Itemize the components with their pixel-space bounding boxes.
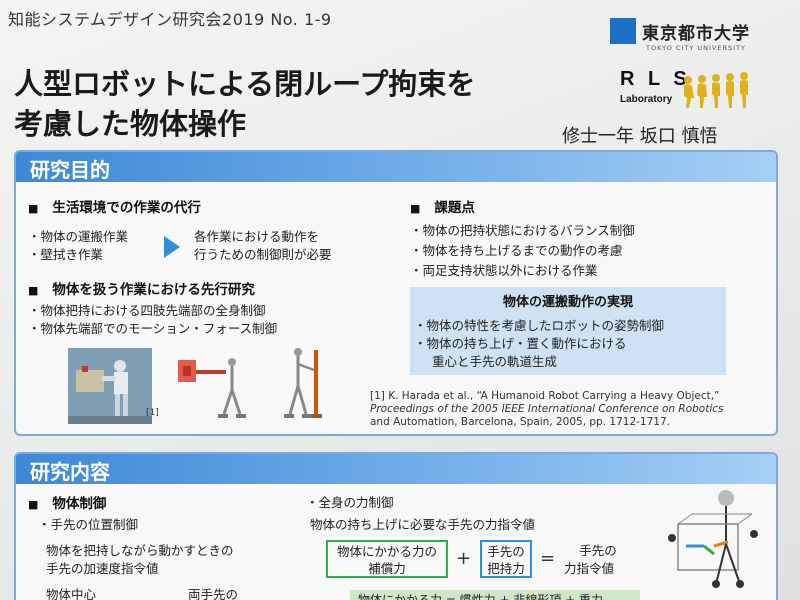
goal-item-2-cont: 重心と手先の軌道生成: [432, 354, 558, 369]
content-text-2: 物体の持ち上げに必要な手先の力指令値: [310, 517, 536, 532]
purpose-item-1: 物体の運搬作業: [28, 228, 129, 246]
reference-line-1: [1] K. Harada et al., “A Humanoid Robot …: [370, 390, 720, 402]
university-logo-square-icon: [610, 18, 636, 44]
content-text-bottom-mid: 両手先の: [188, 587, 239, 600]
goal-box: 物体の運搬動作の実現 物体の特性を考慮したロボットの姿勢制御 物体の持ち上げ・置…: [410, 287, 726, 375]
content-text-1-line1: 物体を把持しながら動かすときの: [46, 543, 234, 558]
prior-work-item-1: 物体把持における四肢先端部の全身制御: [28, 302, 266, 320]
section-content-label: 研究内容: [30, 460, 110, 484]
equals-sign: =: [540, 548, 556, 569]
reference-line-2: Proceedings of the 2005 IEEE Internation…: [370, 403, 724, 415]
poster-title-line2: 考慮した物体操作: [14, 107, 247, 141]
robot-force-control-icon: [284, 348, 322, 418]
section-purpose-header: 研究目的: [16, 152, 776, 182]
content-heading-1: 物体制御: [28, 492, 106, 512]
section-content: 研究内容 物体制御 手先の位置制御 物体を把持しながら動かすときの 手先の加速度…: [14, 452, 778, 600]
author: 修士一年 坂口 慎悟: [562, 126, 718, 147]
content-item-1: 手先の位置制御: [38, 516, 139, 534]
section-purpose: 研究目的 生活環境での作業の代行 物体の運搬作業 壁拭き作業 各作業における動作…: [14, 150, 778, 436]
university-name-en: TOKYO CITY UNIVERSITY: [646, 44, 746, 52]
poster-title-line1: 人型ロボットによる閉ループ拘束を: [14, 67, 476, 101]
issue-item-2: 物体を持ち上げるまでの動作の考慮: [410, 242, 623, 260]
evolution-figures-icon: [684, 72, 748, 108]
robot-wall-wiping-icon: [178, 358, 246, 418]
grip-force-line2: 把持力: [487, 561, 525, 576]
prior-work-item-2: 物体先端部でのモーション・フォース制御: [28, 320, 278, 338]
issues-heading: 課題点: [410, 196, 475, 216]
plus-sign: +: [456, 548, 472, 569]
poster: 知能システムデザイン研究会2019 No. 1-9 東京都市大学 TOKYO C…: [0, 0, 800, 600]
figure-label: [1]: [146, 408, 159, 418]
grip-force-box: 手先の 把持力: [480, 540, 532, 578]
grip-force-line1: 手先の: [487, 544, 525, 559]
section-content-header: 研究内容: [16, 454, 776, 484]
purpose-heading-2: 物体を扱う作業における先行研究: [28, 278, 255, 298]
reference-line-3: and Automation, Barcelona, Spain, 2005, …: [370, 416, 670, 428]
lab-logo: R L S Laboratory: [620, 68, 750, 110]
goal-item-1: 物体の特性を考慮したロボットの姿勢制御: [414, 317, 665, 335]
compensation-force-line1: 物体にかかる力の: [336, 544, 437, 559]
content-text-1-line2: 手先の加速度指令値: [46, 561, 159, 576]
figure-robot-photo: [68, 348, 152, 424]
university-logo: 東京都市大学: [610, 18, 750, 44]
reference: [1] K. Harada et al., “A Humanoid Robot …: [370, 390, 724, 429]
arrow-text-2: 行うための制御則が必要: [194, 247, 332, 262]
force-formula-strip: 物体にかかる力 = 慣性力 + 非線形項 + 重力: [350, 590, 640, 600]
lab-subtitle: Laboratory: [620, 94, 673, 105]
content-text-bottom-left: 物体中心: [46, 587, 97, 600]
compensation-force-box: 物体にかかる力の 補償力: [326, 540, 448, 578]
robot-carrying-icon: [68, 348, 152, 424]
purpose-item-2: 壁拭き作業: [28, 246, 104, 264]
issue-item-1: 物体の把持状態におけるバランス制御: [410, 222, 635, 240]
arrow-right-icon: [164, 236, 180, 258]
force-command-line2: 力指令値: [564, 561, 615, 576]
arrow-text-1: 各作業における動作を: [194, 229, 320, 244]
goal-item-2: 物体の持ち上げ・置く動作における: [414, 335, 627, 353]
conference-title: 知能システムデザイン研究会2019 No. 1-9: [8, 10, 332, 29]
purpose-heading-1: 生活環境での作業の代行: [28, 196, 201, 216]
force-command-line1: 手先の: [579, 543, 617, 558]
content-item-2: 全身の力制御: [306, 494, 394, 512]
issue-item-3: 両足支持状態以外における作業: [410, 262, 598, 280]
university-name: 東京都市大学: [642, 23, 750, 44]
section-purpose-label: 研究目的: [30, 158, 110, 182]
robot-object-diagram-icon: [668, 490, 758, 588]
poster-title: 人型ロボットによる閉ループ拘束を 考慮した物体操作: [14, 64, 475, 144]
goal-title: 物体の運搬動作の実現: [502, 295, 633, 310]
compensation-force-line2: 補償力: [368, 561, 406, 576]
